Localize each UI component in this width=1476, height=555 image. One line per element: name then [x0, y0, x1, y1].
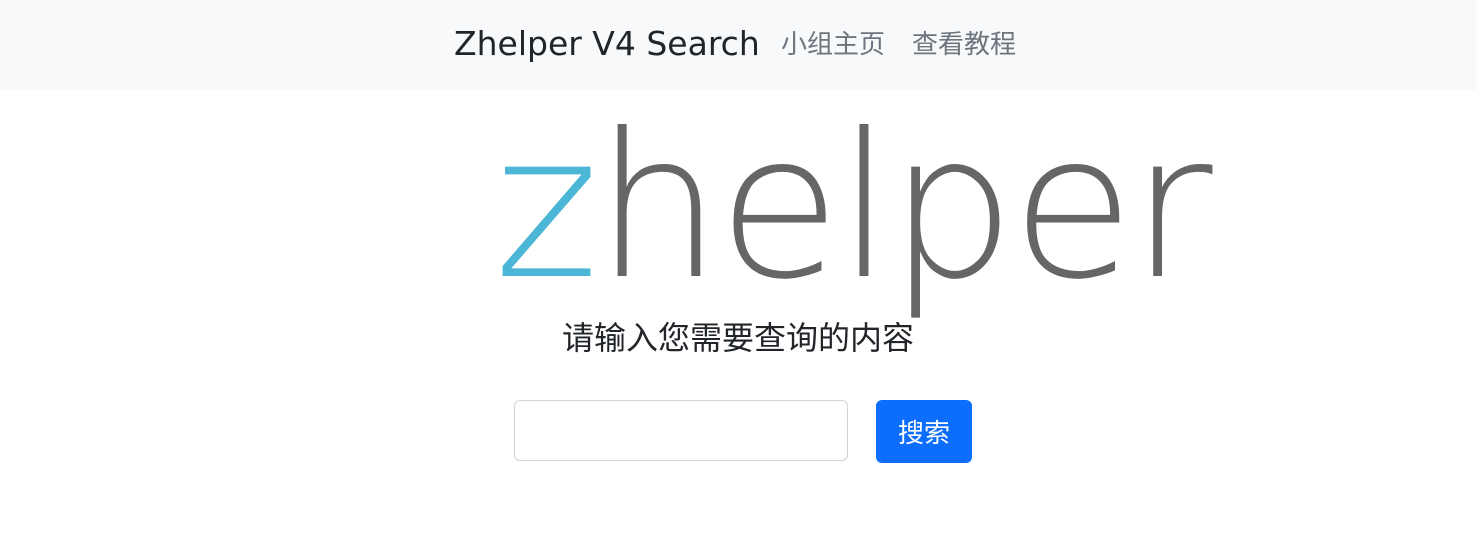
search-prompt: 请输入您需要查询的内容 [561, 319, 914, 357]
logo-text-rest: helper [594, 91, 1213, 324]
nav-link-group-home[interactable]: 小组主页 [781, 26, 885, 64]
nav-link-tutorial[interactable]: 查看教程 [912, 26, 1016, 64]
navbar-brand[interactable]: Zhelper V4 Search [454, 22, 760, 66]
search-input[interactable] [514, 400, 848, 461]
logo-letter-z: z [494, 91, 599, 324]
navbar: Zhelper V4 Search 小组主页 查看教程 [0, 0, 1476, 90]
search-button[interactable]: 搜索 [876, 400, 972, 463]
zhelper-logo: zhelper [494, 108, 1213, 308]
